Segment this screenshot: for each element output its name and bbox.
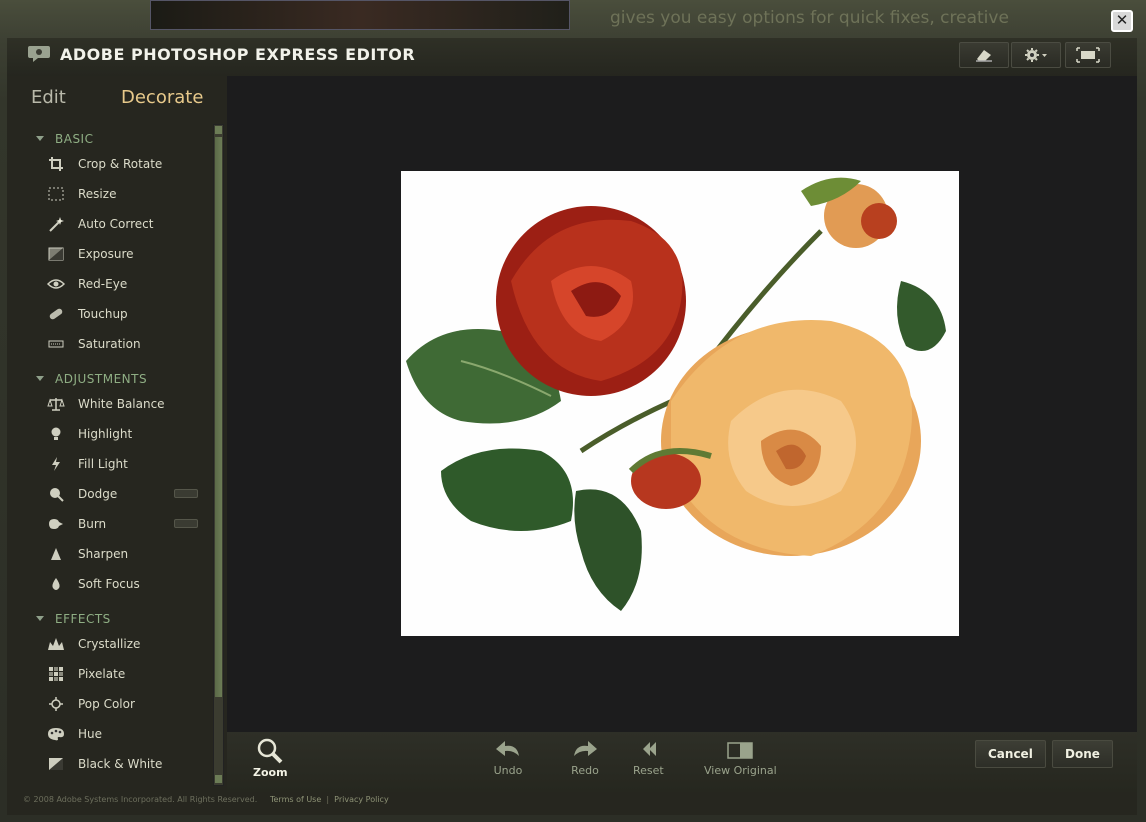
burn-shortcut-badge — [174, 519, 198, 528]
scrollbar-thumb[interactable] — [215, 137, 222, 697]
tool-fill-light[interactable]: Fill Light — [47, 454, 207, 474]
exposure-icon — [47, 246, 65, 262]
droplet-icon — [47, 576, 65, 592]
collapse-triangle-icon — [36, 616, 44, 621]
bottom-toolbar: Zoom Undo Redo Reset View Original Cance… — [227, 732, 1137, 792]
close-icon[interactable]: ✕ — [1111, 10, 1133, 32]
tool-exposure[interactable]: Exposure — [47, 244, 207, 264]
bulb-icon — [47, 426, 65, 442]
reset-icon — [643, 742, 657, 756]
eraser-icon — [976, 50, 992, 62]
tool-red-eye[interactable]: Red-Eye — [47, 274, 207, 294]
collapse-triangle-icon — [36, 376, 44, 381]
fullscreen-button[interactable] — [1065, 42, 1111, 68]
scroll-up-icon[interactable] — [215, 126, 222, 134]
tool-sidebar: BASIC Crop & Rotate Resize Auto Correct … — [7, 124, 227, 784]
saturation-icon — [47, 336, 65, 352]
redo-icon — [574, 741, 597, 756]
speech-bubble-logo-icon — [28, 46, 50, 62]
eraser-button[interactable] — [959, 42, 1009, 68]
tool-black-white[interactable]: Black & White — [47, 754, 207, 774]
resize-icon — [47, 186, 65, 202]
done-button[interactable]: Done — [1052, 740, 1113, 768]
undo-icon — [496, 741, 519, 756]
collapse-triangle-icon — [36, 136, 44, 141]
background-text: gives you easy options for quick fixes, … — [610, 8, 1009, 28]
burn-icon — [47, 516, 65, 532]
section-adjustments-header[interactable]: ADJUSTMENTS — [36, 372, 147, 386]
footer: © 2008 Adobe Systems Incorporated. All R… — [23, 795, 389, 804]
tool-soft-focus[interactable]: Soft Focus — [47, 574, 207, 594]
palette-icon — [47, 726, 65, 742]
crystal-icon — [47, 636, 65, 652]
section-basic-header[interactable]: BASIC — [36, 132, 93, 146]
title-bar: ADOBE PHOTOSHOP EXPRESS EDITOR — [7, 38, 1137, 76]
black-white-icon — [47, 756, 65, 772]
image-canvas[interactable] — [227, 76, 1137, 732]
tool-crystallize[interactable]: Crystallize — [47, 634, 207, 654]
target-icon — [47, 696, 65, 712]
tool-touchup[interactable]: Touchup — [47, 304, 207, 324]
reset-button[interactable]: Reset — [633, 738, 664, 777]
magic-wand-icon — [47, 216, 65, 232]
background-banner-image — [150, 0, 570, 30]
tool-dodge[interactable]: Dodge — [47, 484, 207, 504]
sidebar-scrollbar[interactable] — [213, 124, 224, 786]
tool-highlight[interactable]: Highlight — [47, 424, 207, 444]
tool-hue[interactable]: Hue — [47, 724, 207, 744]
bandage-icon — [47, 306, 65, 322]
roses-illustration — [406, 177, 946, 611]
triangle-icon — [47, 546, 65, 562]
fullscreen-icon — [1076, 47, 1100, 63]
redo-button[interactable]: Redo — [570, 738, 600, 777]
dodge-icon — [47, 486, 65, 502]
terms-link[interactable]: Terms of Use — [270, 795, 321, 804]
view-original-icon — [727, 742, 754, 759]
tool-crop-rotate[interactable]: Crop & Rotate — [47, 154, 207, 174]
zoom-button[interactable]: Zoom — [253, 738, 288, 779]
cancel-button[interactable]: Cancel — [975, 740, 1046, 768]
photo-roses[interactable] — [401, 171, 959, 636]
tab-edit[interactable]: Edit — [31, 87, 66, 108]
copyright-text: © 2008 Adobe Systems Incorporated. All R… — [23, 795, 258, 804]
editor-window: ADOBE PHOTOSHOP EXPRESS EDITOR Edit Deco… — [7, 38, 1137, 815]
tool-saturation[interactable]: Saturation — [47, 334, 207, 354]
tool-auto-correct[interactable]: Auto Correct — [47, 214, 207, 234]
footer-separator: | — [326, 795, 330, 804]
crop-icon — [47, 156, 65, 172]
balance-scale-icon — [47, 396, 65, 412]
app-title: ADOBE PHOTOSHOP EXPRESS EDITOR — [60, 45, 416, 64]
tool-pop-color[interactable]: Pop Color — [47, 694, 207, 714]
tool-burn[interactable]: Burn — [47, 514, 207, 534]
tool-sharpen[interactable]: Sharpen — [47, 544, 207, 564]
privacy-link[interactable]: Privacy Policy — [334, 795, 389, 804]
settings-button[interactable] — [1011, 42, 1061, 68]
lightning-icon — [47, 456, 65, 472]
section-effects-header[interactable]: EFFECTS — [36, 612, 111, 626]
gear-icon — [1025, 48, 1047, 62]
magnifier-icon — [258, 738, 283, 764]
tab-decorate[interactable]: Decorate — [121, 87, 203, 108]
eye-icon — [47, 276, 65, 292]
view-original-button[interactable]: View Original — [704, 738, 777, 777]
pixel-grid-icon — [47, 666, 65, 682]
tool-resize[interactable]: Resize — [47, 184, 207, 204]
tool-pixelate[interactable]: Pixelate — [47, 664, 207, 684]
tool-white-balance[interactable]: White Balance — [47, 394, 207, 414]
scroll-down-icon[interactable] — [215, 775, 222, 783]
undo-button[interactable]: Undo — [493, 738, 523, 777]
dodge-shortcut-badge — [174, 489, 198, 498]
